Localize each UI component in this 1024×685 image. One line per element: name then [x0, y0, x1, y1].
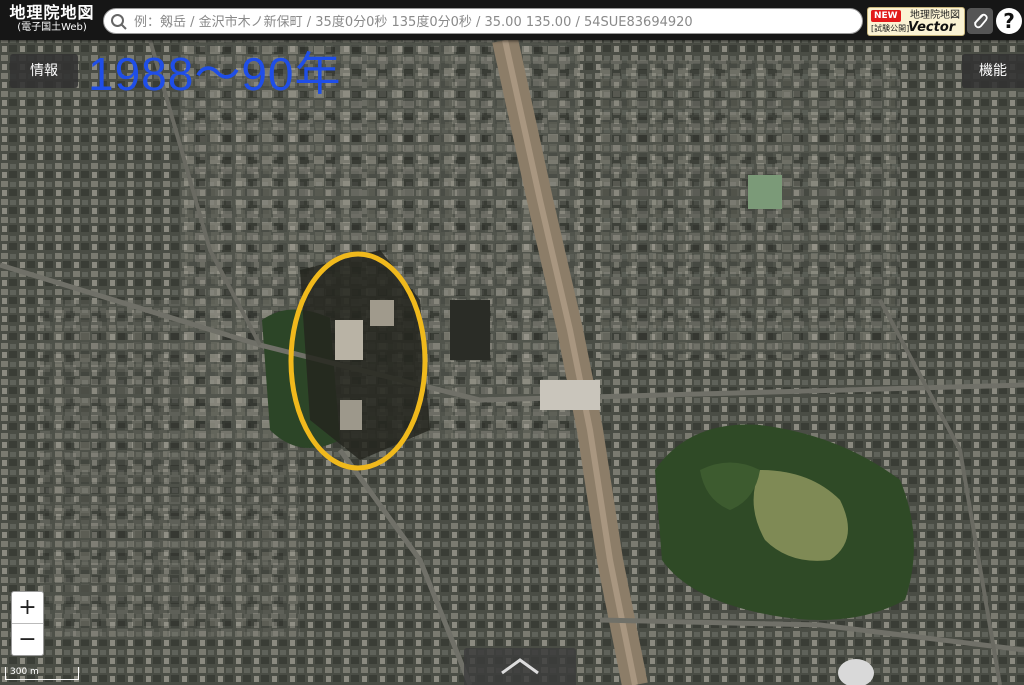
- zoom-out-button[interactable]: −: [12, 624, 43, 655]
- vector-banner[interactable]: NEW [試験公開] 地理院地図 Vector: [867, 7, 965, 36]
- scale-bar: 300 m: [5, 667, 79, 680]
- zoom-control: + −: [11, 591, 44, 656]
- bottom-panel-toggle[interactable]: [464, 648, 576, 685]
- chevron-up-icon: [501, 658, 539, 675]
- search-input[interactable]: [132, 11, 856, 33]
- top-bar: 地理院地図 (電子国土Web) NEW [試験公開] 地理院地図 Vector …: [0, 0, 1024, 40]
- paperclip-icon: [974, 13, 988, 29]
- new-badge: NEW: [871, 10, 901, 22]
- search-box[interactable]: [103, 8, 863, 34]
- function-button[interactable]: 機能: [962, 54, 1024, 88]
- app-logo[interactable]: 地理院地図 (電子国土Web): [4, 4, 100, 34]
- help-button[interactable]: ?: [996, 8, 1022, 34]
- search-icon[interactable]: [110, 13, 128, 31]
- vector-sub-label: [試験公開]: [871, 24, 910, 33]
- zoom-in-button[interactable]: +: [12, 592, 43, 624]
- info-button[interactable]: 情報: [10, 54, 78, 88]
- app-subtitle: (電子国土Web): [17, 22, 87, 33]
- app-title: 地理院地図: [9, 3, 95, 22]
- scale-label: 300 m: [10, 667, 39, 677]
- year-overlay-label: 1988〜90年: [88, 48, 342, 100]
- vector-name: Vector: [908, 20, 956, 35]
- share-link-button[interactable]: [967, 8, 993, 34]
